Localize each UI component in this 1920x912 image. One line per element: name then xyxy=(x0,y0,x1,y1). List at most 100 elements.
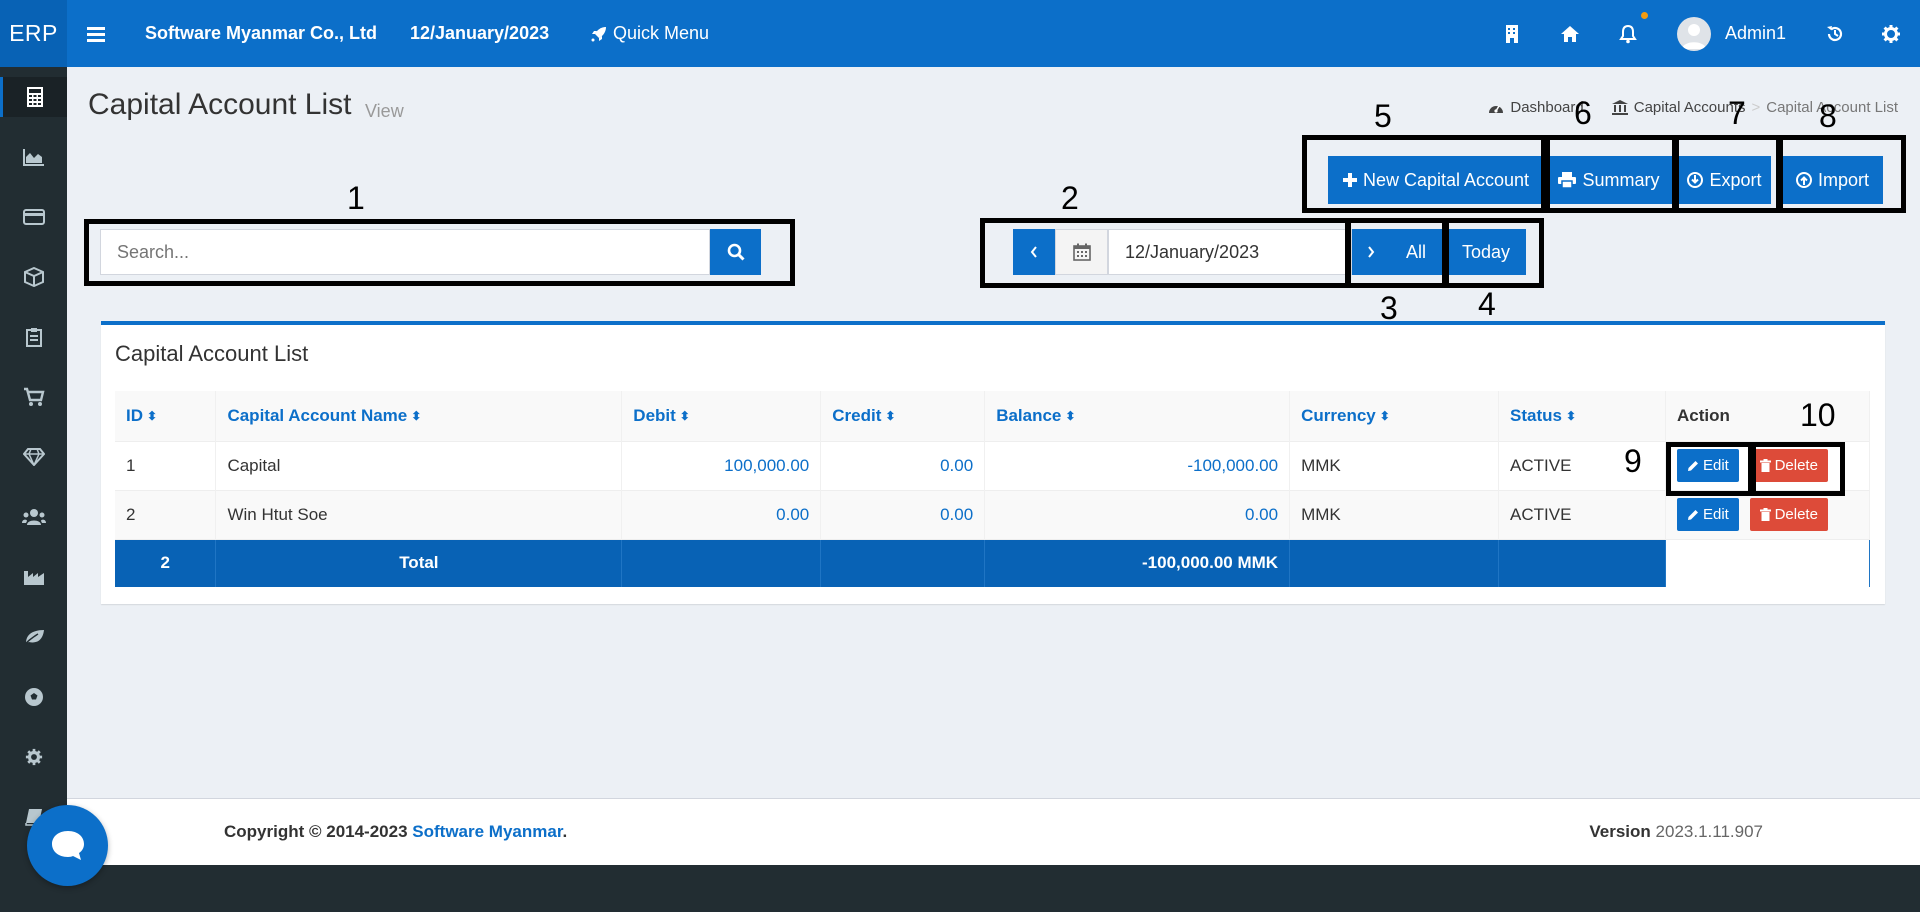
annotation-box-5 xyxy=(1302,135,1550,213)
cell-debit[interactable]: 100,000.00 xyxy=(621,440,822,490)
cell-credit[interactable]: 0.00 xyxy=(820,489,986,539)
top-navbar: ERP Software Myanmar Co., Ltd 12/January… xyxy=(0,0,1920,67)
column-header-name[interactable]: Capital Account Name ⬍ xyxy=(215,391,623,441)
sort-icon: ⬍ xyxy=(1065,409,1076,424)
calculator-icon xyxy=(27,87,43,107)
home-icon[interactable] xyxy=(1555,0,1585,67)
annotation-box-6 xyxy=(1541,135,1679,213)
page-subtitle: View xyxy=(365,101,404,121)
company-link[interactable]: Software Myanmar xyxy=(412,822,562,841)
bank-icon xyxy=(1611,100,1628,115)
table-row: 1 Capital 100,000.00 0.00 -100,000.00 MM… xyxy=(115,440,1871,490)
annotation-box-2 xyxy=(980,218,1350,288)
industry-icon xyxy=(23,571,44,585)
cell-credit[interactable]: 0.00 xyxy=(820,440,986,490)
quick-menu-label: Quick Menu xyxy=(613,23,710,43)
annotation-box-9 xyxy=(1666,442,1756,496)
annotation-number-4: 4 xyxy=(1478,286,1496,322)
cell-action: Edit Delete xyxy=(1665,489,1871,539)
annotation-box-7 xyxy=(1672,135,1783,213)
sidebar-item-card[interactable] xyxy=(0,197,67,237)
sort-icon: ⬍ xyxy=(679,409,690,424)
annotation-number-10: 10 xyxy=(1800,397,1836,433)
edit-label: Edit xyxy=(1702,506,1729,523)
leaf-icon xyxy=(22,630,44,646)
sidebar-item-calculator[interactable] xyxy=(0,77,67,117)
delete-label: Delete xyxy=(1774,506,1818,523)
column-header-status[interactable]: Status ⬍ xyxy=(1498,391,1666,441)
annotation-number-9: 9 xyxy=(1624,443,1642,479)
copyright-text: Copyright © 2014-2023 xyxy=(224,822,408,841)
avatar xyxy=(1677,16,1711,51)
cog-icon xyxy=(25,748,42,766)
cell-balance[interactable]: 0.00 xyxy=(984,489,1291,539)
cell-debit[interactable]: 0.00 xyxy=(621,489,822,539)
sort-icon: ⬍ xyxy=(411,409,422,424)
total-action-empty xyxy=(1665,538,1871,587)
annotation-number-3: 3 xyxy=(1380,290,1398,326)
annotation-box-3 xyxy=(1346,218,1449,288)
bell-icon[interactable] xyxy=(1613,0,1643,67)
annotation-number-5: 5 xyxy=(1374,98,1392,134)
sort-icon: ⬍ xyxy=(147,409,158,424)
sidebar xyxy=(0,67,67,865)
page-title: Capital Account List xyxy=(88,88,352,121)
menu-toggle-icon[interactable] xyxy=(81,0,111,67)
sidebar-item-industry[interactable] xyxy=(0,557,67,597)
cell-id: 2 xyxy=(115,489,217,539)
history-icon[interactable] xyxy=(1820,0,1850,67)
column-header-credit[interactable]: Credit ⬍ xyxy=(820,391,986,441)
sidebar-item-chart[interactable] xyxy=(0,137,67,177)
footer-copyright: Copyright © 2014-2023 Software Myanmar. xyxy=(224,822,567,842)
annotation-number-6: 6 xyxy=(1574,95,1592,131)
cell-balance[interactable]: -100,000.00 xyxy=(984,440,1291,490)
version-label: Version xyxy=(1589,822,1651,841)
sidebar-item-diamond[interactable] xyxy=(0,437,67,477)
annotation-box-8 xyxy=(1776,135,1906,213)
column-header-id[interactable]: ID ⬍ xyxy=(115,391,217,441)
sidebar-item-box[interactable] xyxy=(0,257,67,297)
panel-title: Capital Account List xyxy=(115,341,309,366)
delete-button[interactable]: Delete xyxy=(1749,498,1828,531)
total-count: 2 xyxy=(115,538,217,587)
sidebar-item-users[interactable] xyxy=(0,497,67,537)
clipboard-icon xyxy=(25,328,42,347)
sidebar-item-clipboard[interactable] xyxy=(0,317,67,357)
annotation-number-2: 2 xyxy=(1061,180,1079,216)
user-avatar[interactable] xyxy=(1676,0,1712,67)
rocket-icon xyxy=(591,26,606,41)
brand-logo[interactable]: ERP xyxy=(0,0,67,67)
user-name[interactable]: Admin1 xyxy=(1725,0,1786,67)
footer-version: Version 2023.1.11.907 xyxy=(1589,822,1763,842)
cell-status: ACTIVE xyxy=(1498,489,1666,539)
cart-icon xyxy=(23,387,45,406)
gear-icon[interactable] xyxy=(1876,0,1906,67)
total-label: Total xyxy=(215,538,623,587)
breadcrumb-item-dashboard[interactable]: Dashboard xyxy=(1510,99,1583,116)
trash-icon xyxy=(1759,508,1771,521)
cell-id: 1 xyxy=(115,440,217,490)
column-header-balance[interactable]: Balance ⬍ xyxy=(984,391,1291,441)
annotation-box-4 xyxy=(1442,218,1544,288)
table-total-row: 2 Total -100,000.00 MMK xyxy=(115,538,1871,587)
building-icon[interactable] xyxy=(1497,0,1527,67)
breadcrumb-separator: > xyxy=(1751,99,1761,116)
column-header-debit[interactable]: Debit ⬍ xyxy=(621,391,822,441)
table-row: 2 Win Htut Soe 0.00 0.00 0.00 MMK ACTIVE… xyxy=(115,489,1871,539)
cell-name: Capital xyxy=(215,440,623,490)
bottom-strip xyxy=(0,865,1920,912)
cell-currency: MMK xyxy=(1289,440,1500,490)
credit-card-icon xyxy=(22,209,45,225)
sidebar-item-cart[interactable] xyxy=(0,377,67,417)
sidebar-item-soccer[interactable] xyxy=(0,677,67,717)
column-header-currency[interactable]: Currency ⬍ xyxy=(1289,391,1500,441)
total-currency-empty xyxy=(1289,538,1500,587)
annotation-box-10 xyxy=(1748,442,1845,496)
diamond-icon xyxy=(22,448,45,466)
edit-button[interactable]: Edit xyxy=(1676,498,1739,531)
copyright-period: . xyxy=(562,822,568,841)
quick-menu-link[interactable]: Quick Menu xyxy=(590,0,709,67)
chat-widget-button[interactable] xyxy=(27,805,108,886)
sidebar-item-leaf[interactable] xyxy=(0,617,67,657)
sidebar-item-settings[interactable] xyxy=(0,737,67,777)
